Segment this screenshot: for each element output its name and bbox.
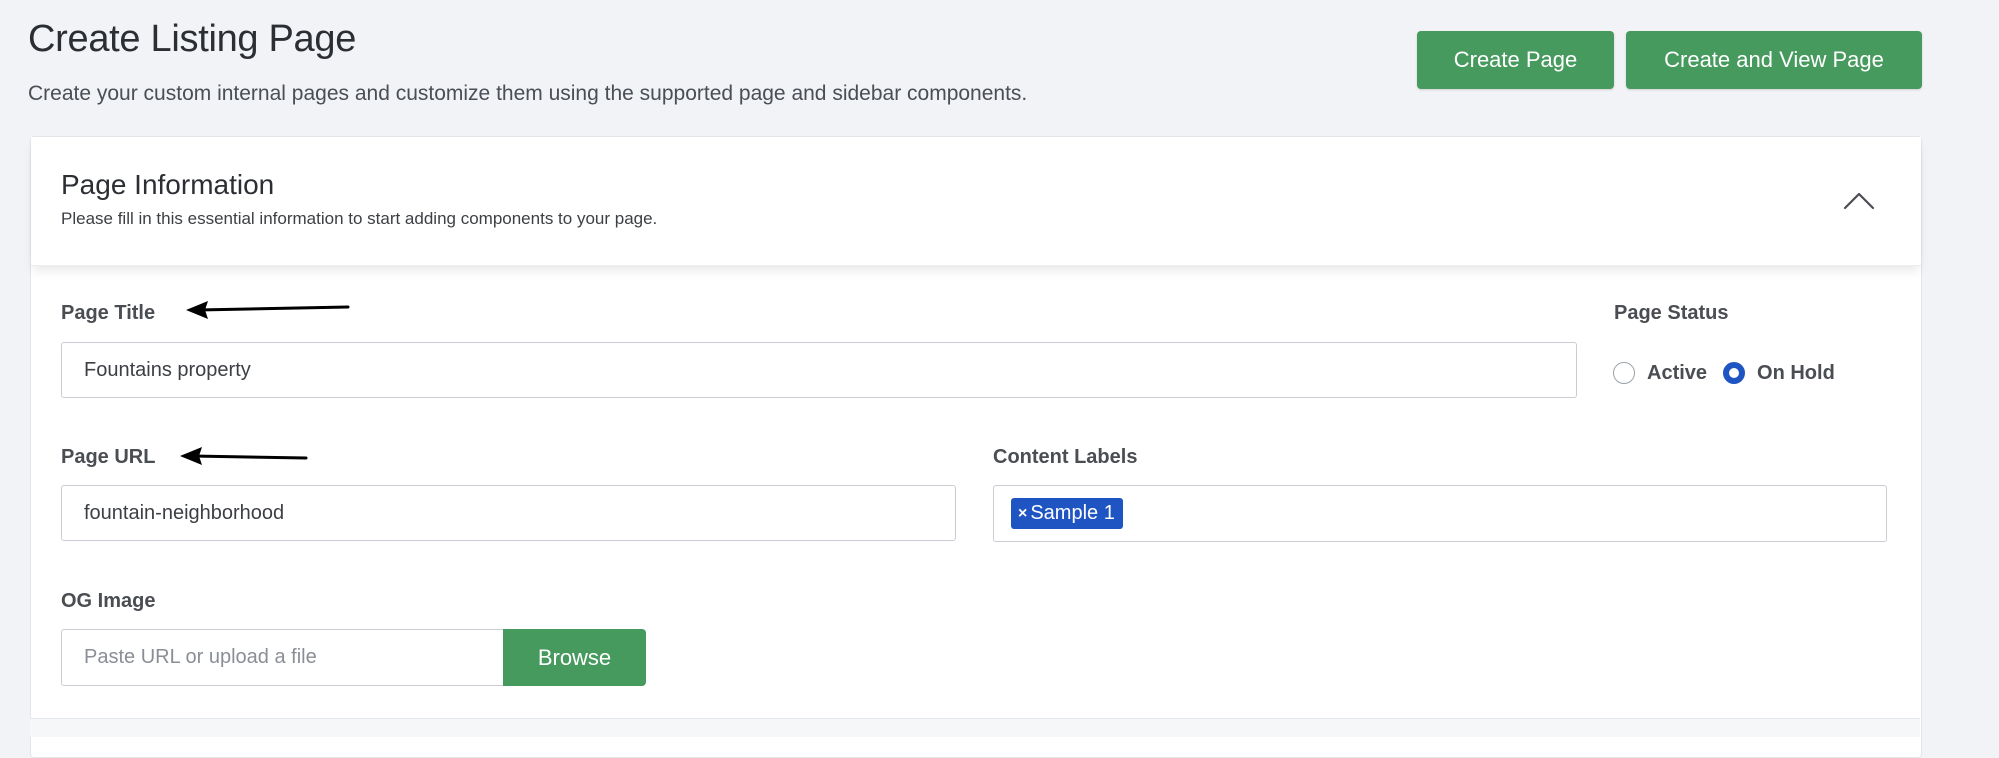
og-image-label: OG Image	[61, 590, 156, 612]
chevron-up-icon[interactable]	[1841, 185, 1877, 215]
status-option-on-hold[interactable]: On Hold	[1723, 362, 1835, 385]
status-active-label: Active	[1647, 361, 1708, 384]
page-url-input[interactable]	[61, 485, 956, 541]
annotation-arrow-icon	[186, 299, 352, 326]
create-and-view-page-button[interactable]: Create and View Page	[1626, 31, 1922, 89]
radio-active[interactable]	[1613, 362, 1635, 384]
content-labels-input[interactable]: × Sample 1	[993, 485, 1887, 542]
page-title-input[interactable]	[61, 342, 1577, 398]
page-subtitle: Create your custom internal pages and cu…	[28, 82, 1028, 105]
page-status-radio-group: Active On Hold	[1613, 358, 1835, 388]
section-title: Page Information	[61, 169, 275, 200]
browse-button[interactable]: Browse	[503, 629, 646, 686]
page-url-label: Page URL	[61, 446, 156, 468]
content-label-tag: × Sample 1	[1011, 498, 1123, 529]
page-title: Create Listing Page	[28, 18, 357, 60]
content-labels-label: Content Labels	[993, 446, 1138, 468]
annotation-arrow-icon	[180, 445, 310, 472]
section-description: Please fill in this essential informatio…	[61, 209, 658, 228]
create-page-button[interactable]: Create Page	[1417, 31, 1614, 89]
page-information-header[interactable]: Page Information Please fill in this ess…	[31, 137, 1921, 266]
next-section-edge	[30, 718, 1920, 737]
og-image-url-input[interactable]	[61, 629, 505, 686]
radio-on-hold[interactable]	[1723, 362, 1746, 384]
page-status-label: Page Status	[1614, 302, 1729, 324]
remove-tag-icon[interactable]: ×	[1018, 505, 1027, 523]
status-on-hold-label: On Hold	[1757, 361, 1835, 384]
tag-label: Sample 1	[1030, 502, 1115, 524]
page-title-label: Page Title	[61, 302, 156, 324]
status-option-active[interactable]: Active	[1613, 362, 1707, 385]
